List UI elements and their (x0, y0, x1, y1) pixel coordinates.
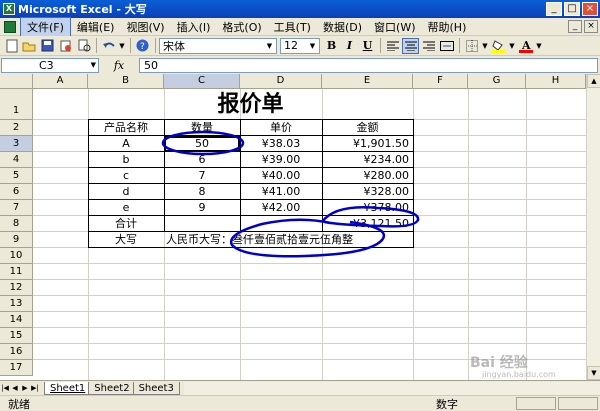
save-icon[interactable] (39, 38, 56, 54)
menu-edit[interactable]: 编辑(E) (71, 18, 121, 36)
toolbar: ▼ ? 宋体 ▼ 12 ▼ B I U ▼ ▼ A ▼ (0, 36, 600, 56)
excel-app-icon: X (3, 3, 15, 15)
status-mode: 数字 (436, 397, 458, 411)
name-box[interactable]: C3 ▼ (1, 57, 99, 73)
menu-view[interactable]: 视图(V) (120, 18, 170, 36)
fill-dropdown-icon[interactable]: ▼ (508, 38, 516, 54)
borders-dropdown-icon[interactable]: ▼ (481, 38, 489, 54)
status-panel (516, 397, 556, 410)
menu-file[interactable]: 文件(F) (20, 16, 71, 37)
formula-input[interactable]: 50 (139, 57, 598, 73)
separator (459, 38, 460, 53)
open-folder-icon[interactable] (21, 38, 38, 54)
status-panel (558, 397, 598, 410)
separator (155, 38, 156, 53)
name-box-value: C3 (39, 58, 54, 72)
separator (380, 38, 381, 53)
prev-sheet-icon[interactable]: ◀ (10, 384, 20, 392)
menu-window[interactable]: 窗口(W) (368, 18, 421, 36)
close-button[interactable]: × (582, 2, 598, 16)
vertical-scrollbar[interactable]: ▲ ▼ (586, 74, 600, 380)
borders-icon[interactable] (463, 38, 480, 54)
font-name-value: 宋体 (163, 39, 185, 53)
annotation-overlay (161, 130, 420, 258)
align-left-icon[interactable] (384, 38, 401, 54)
scroll-down-icon[interactable]: ▼ (587, 366, 600, 380)
font-size-select[interactable]: 12 ▼ (280, 37, 320, 54)
formula-bar: C3 ▼ fx 50 (0, 57, 600, 73)
new-icon[interactable] (3, 38, 20, 54)
permission-icon[interactable] (57, 38, 74, 54)
font-size-value: 12 (284, 39, 298, 52)
next-sheet-icon[interactable]: ▶ (20, 384, 30, 392)
last-sheet-icon[interactable]: ▶| (30, 384, 40, 392)
insert-function-icon[interactable]: fx (99, 59, 139, 72)
chevron-down-icon[interactable]: ▼ (307, 40, 318, 52)
italic-button[interactable]: I (341, 38, 358, 54)
status-bar: 就绪 数字 (0, 395, 600, 411)
title-bar: X Microsoft Excel - 大写 _ □ × (0, 0, 600, 18)
scroll-up-icon[interactable]: ▲ (587, 74, 600, 88)
workbook-icon[interactable] (4, 20, 16, 33)
watermark-url: jingyan.baidu.com (482, 370, 556, 379)
first-sheet-icon[interactable]: |◀ (0, 384, 10, 392)
print-preview-icon[interactable] (75, 38, 92, 54)
worksheet-grid[interactable]: A B C D E F G H 1 2 3 4 5 6 7 8 9 10 11 … (0, 74, 600, 380)
chevron-down-icon[interactable]: ▼ (91, 59, 96, 72)
watermark-logo: Bai 经验 (470, 355, 528, 371)
undo-dropdown-icon[interactable]: ▼ (118, 38, 126, 54)
bold-button[interactable]: B (323, 38, 340, 54)
menu-tools[interactable]: 工具(T) (268, 18, 317, 36)
menu-data[interactable]: 数据(D) (317, 18, 368, 36)
font-name-select[interactable]: 宋体 ▼ (159, 37, 277, 54)
sheet-tab-2[interactable]: Sheet2 (88, 381, 136, 395)
annotation-ellipse (161, 130, 245, 156)
window-title: Microsoft Excel - 大写 (18, 3, 147, 16)
sheet-tab-3[interactable]: Sheet3 (132, 381, 180, 395)
fill-color-icon[interactable] (490, 38, 507, 54)
menu-format[interactable]: 格式(O) (216, 18, 267, 36)
help-icon[interactable]: ? (134, 38, 151, 54)
status-ready: 就绪 (8, 397, 30, 411)
font-color-dropdown-icon[interactable]: ▼ (535, 38, 543, 54)
annotation-ellipse (320, 206, 420, 228)
undo-icon[interactable] (100, 38, 117, 54)
horizontal-scrollbar[interactable] (183, 381, 600, 395)
minimize-button[interactable]: _ (546, 2, 562, 16)
font-color-icon[interactable]: A (517, 38, 534, 54)
menu-insert[interactable]: 插入(I) (171, 18, 217, 36)
chevron-down-icon[interactable]: ▼ (264, 40, 275, 52)
maximize-button[interactable]: □ (564, 2, 580, 16)
doc-minimize-button[interactable]: _ (568, 20, 582, 33)
align-right-icon[interactable] (420, 38, 437, 54)
menu-bar: 文件(F) 编辑(E) 视图(V) 插入(I) 格式(O) 工具(T) 数据(D… (0, 16, 600, 37)
sheet-tab-bar: |◀ ◀ ▶ ▶| Sheet1 Sheet2 Sheet3 (0, 380, 600, 395)
align-center-icon[interactable] (402, 37, 419, 54)
menu-help[interactable]: 帮助(H) (422, 18, 473, 36)
separator (96, 38, 97, 53)
sheet-tab-1[interactable]: Sheet1 (44, 381, 92, 395)
underline-button[interactable]: U (359, 38, 376, 54)
separator (130, 38, 131, 53)
merge-center-icon[interactable] (438, 38, 455, 54)
svg-text:?: ? (140, 42, 145, 52)
doc-close-button[interactable]: × (584, 20, 598, 33)
